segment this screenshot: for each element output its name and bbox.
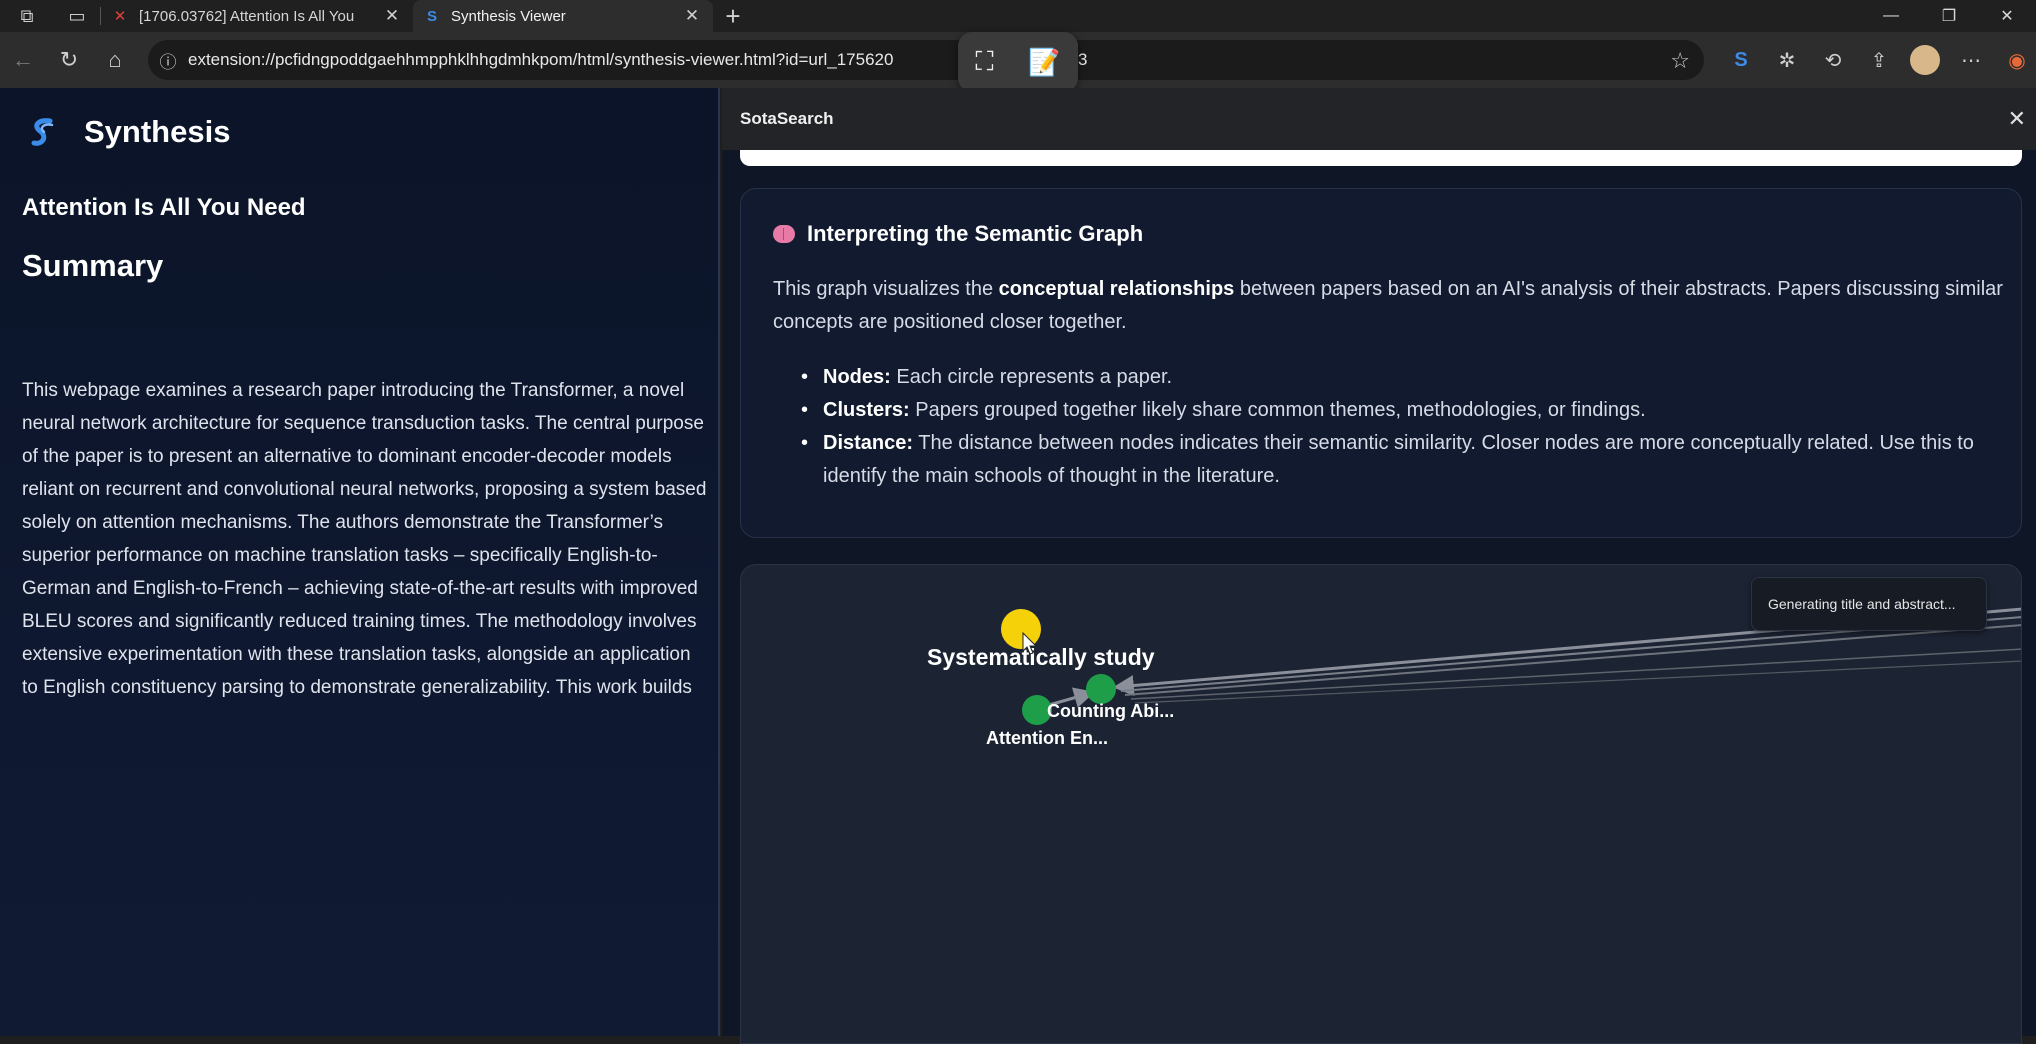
sotasearch-sidebar: SotaSearch ✕ Interpreting the Semantic G… (722, 88, 2036, 1044)
node-label: Systematically study (927, 644, 1155, 670)
graph-edge (1134, 660, 2021, 704)
node-label: Counting Abi... (1047, 701, 1174, 721)
synthesis-extension-icon[interactable]: S (1718, 49, 1764, 72)
sidebar-header: SotaSearch ✕ (722, 88, 2036, 150)
tab-title: Synthesis Viewer (451, 7, 566, 25)
notes-icon[interactable]: 📝 (1028, 47, 1060, 78)
favorite-star-icon[interactable]: ☆ (1670, 48, 1690, 74)
close-tab-icon[interactable]: ✕ (681, 6, 703, 26)
tab-title: [1706.03762] Attention Is All You (139, 7, 355, 25)
graph-node-systematically-study[interactable] (1001, 609, 1041, 649)
loading-tooltip: Generating title and abstract... (1751, 577, 1987, 631)
extensions-icon[interactable]: ✲ (1764, 48, 1810, 73)
copilot-icon[interactable]: ◉ (1994, 48, 2036, 73)
minimize-icon[interactable]: — (1862, 0, 1920, 32)
title-bar: ⧉ ▭ ✕ [1706.03762] Attention Is All You … (0, 0, 2036, 32)
site-info-icon[interactable]: ⓘ (148, 48, 188, 73)
info-card-list: Nodes: Each circle represents a paper. C… (801, 361, 2011, 493)
toolbar-icons: S ✲ ⟲ ⇪ ⋯ ◉ (1718, 40, 2036, 80)
info-card-description: This graph visualizes the conceptual rel… (773, 273, 2003, 339)
close-window-icon[interactable]: ✕ (1978, 0, 2036, 32)
list-item-text: Each circle represents a paper. (890, 366, 1173, 388)
synthesis-s-icon: S (426, 7, 437, 25)
address-bar[interactable]: ⓘ extension://pcfidngpoddgaehhmpphklhhgd… (148, 40, 1704, 80)
more-menu-icon[interactable]: ⋯ (1948, 48, 1994, 73)
history-icon[interactable]: ⟲ (1810, 48, 1856, 73)
desc-bold: conceptual relationships (998, 278, 1235, 300)
navigation-bar: ← ↻ ⌂ ⓘ extension://pcfidngpoddgaehhmpph… (0, 32, 2036, 92)
info-card-title: Interpreting the Semantic Graph (773, 221, 1143, 247)
list-item-label: Clusters: (823, 399, 910, 421)
brand-name: Synthesis (84, 114, 231, 149)
profile-avatar[interactable] (1910, 45, 1940, 75)
close-sidebar-icon[interactable]: ✕ (2008, 106, 2026, 132)
brand: Synthesis (26, 114, 230, 150)
brain-icon (773, 225, 795, 243)
graph-info-card: Interpreting the Semantic Graph This gra… (740, 188, 2022, 538)
tab-arxiv[interactable]: ✕ [1706.03762] Attention Is All You ✕ (101, 0, 413, 32)
list-item-text: The distance between nodes indicates the… (823, 432, 1974, 487)
workspaces-icon[interactable]: ⧉ (0, 0, 54, 32)
screen-capture-icon[interactable]: ⛶ (975, 46, 993, 78)
back-icon[interactable]: ← (0, 40, 46, 80)
vertical-tabs-icon[interactable]: ▭ (54, 0, 100, 32)
paper-title: Attention Is All You Need (22, 194, 306, 221)
floating-toolbar: ⛶ 📝 (958, 32, 1078, 92)
graph-canvas[interactable]: Systematically study Counting Abi... Att… (741, 565, 2022, 1044)
node-label: Attention En... (986, 728, 1108, 748)
list-item-label: Nodes: (823, 366, 891, 388)
synthesis-logo-icon (31, 118, 54, 146)
summary-text: This webpage examines a research paper i… (22, 380, 707, 698)
close-tab-icon[interactable]: ✕ (381, 6, 403, 26)
list-item-text: Papers grouped together likely share com… (909, 399, 1646, 421)
list-item-label: Distance: (823, 432, 914, 454)
sidebar-content[interactable]: Interpreting the Semantic Graph This gra… (722, 150, 2036, 1044)
graph-node-counting-abi[interactable] (1086, 674, 1116, 704)
restore-icon[interactable]: ❐ (1920, 0, 1978, 32)
graph-edge (1124, 624, 2021, 696)
search-box-bottom (740, 150, 2022, 166)
arxiv-x-icon: ✕ (113, 8, 127, 25)
address-text-tail: 3 (1078, 50, 1088, 69)
summary-heading: Summary (22, 248, 164, 283)
home-icon[interactable]: ⌂ (92, 40, 138, 80)
list-item: Distance: The distance between nodes ind… (801, 427, 2011, 493)
synthesis-panel: Synthesis Attention Is All You Need Summ… (0, 88, 720, 1036)
tab-synthesis-viewer[interactable]: S Synthesis Viewer ✕ (413, 0, 713, 32)
reload-icon[interactable]: ↻ (46, 40, 92, 80)
address-text: extension://pcfidngpoddgaehhmpphklhhgdmh… (188, 50, 894, 69)
info-card-title-text: Interpreting the Semantic Graph (807, 221, 1144, 246)
desc-text: This graph visualizes the (773, 278, 999, 300)
semantic-graph[interactable]: Systematically study Counting Abi... Att… (740, 564, 2022, 1044)
list-item: Nodes: Each circle represents a paper. (801, 361, 2011, 394)
new-tab-icon[interactable]: + (713, 0, 753, 32)
list-item: Clusters: Papers grouped together likely… (801, 394, 2011, 427)
share-icon[interactable]: ⇪ (1856, 48, 1902, 73)
window-controls: — ❐ ✕ (1862, 0, 2036, 32)
sidebar-title: SotaSearch (740, 109, 834, 128)
